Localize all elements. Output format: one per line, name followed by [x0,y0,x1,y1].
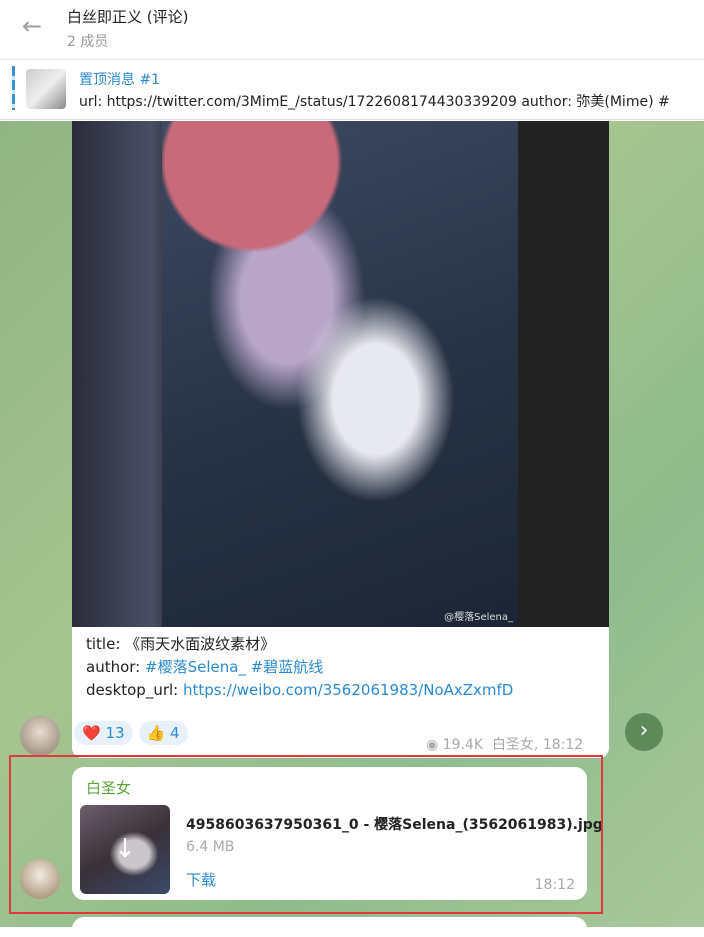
forward-button[interactable]: › [625,713,663,751]
photo-watermark: @樱落Selena_ [444,612,513,623]
author-tags[interactable]: #樱落Selena_ #碧蓝航线 [145,658,323,676]
member-count: 2 成员 [67,34,109,50]
post-meta: ◉ 19.4K 白圣女, 18:12 [426,734,583,754]
post-photo[interactable]: @樱落Selena_ [72,121,609,627]
reactions: ❤️ 13 👍 4 [74,721,188,745]
pinned-text: url: https://twitter.com/3MimE_/status/1… [79,94,670,110]
reaction-thumbs-up[interactable]: 👍 4 [138,721,188,745]
reaction-count: 4 [170,724,180,742]
url-label: desktop_url: [86,681,183,699]
back-arrow-icon[interactable]: ← [22,12,42,40]
view-count: 19.4K [442,737,484,753]
reaction-count: 13 [105,724,125,742]
pinned-message-bar[interactable]: 置顶消息 #1 url: https://twitter.com/3MimE_/… [0,60,704,120]
eye-icon: ◉ [426,737,439,753]
chat-header: ← 白丝即正义 (评论) 2 成员 [0,0,704,60]
heart-icon: ❤️ [82,724,101,742]
chat-title[interactable]: 白丝即正义 (评论) [67,6,188,27]
pinned-thumbnail [26,69,66,109]
next-message [72,917,587,937]
weibo-link[interactable]: https://weibo.com/3562061983/NoAxZxmfD [183,681,513,699]
reaction-heart[interactable]: ❤️ 13 [74,721,133,745]
thumbs-up-icon: 👍 [146,724,166,742]
pinned-indicator [12,66,15,110]
chat-area: @樱落Selena_ title: 《雨天水面波纹素材》 author: #樱落… [0,121,704,937]
photo-content [162,121,518,627]
author-label: author: [86,658,145,676]
caption-title: title: 《雨天水面波纹素材》 [86,635,276,653]
avatar[interactable] [20,716,60,756]
post-message: @樱落Selena_ title: 《雨天水面波纹素材》 author: #樱落… [72,121,609,758]
selection-highlight [9,755,603,914]
pinned-title: 置顶消息 #1 [79,72,161,88]
post-sign-time: 白圣女, 18:12 [491,737,584,753]
post-caption: title: 《雨天水面波纹素材》 author: #樱落Selena_ #碧蓝… [86,633,513,702]
